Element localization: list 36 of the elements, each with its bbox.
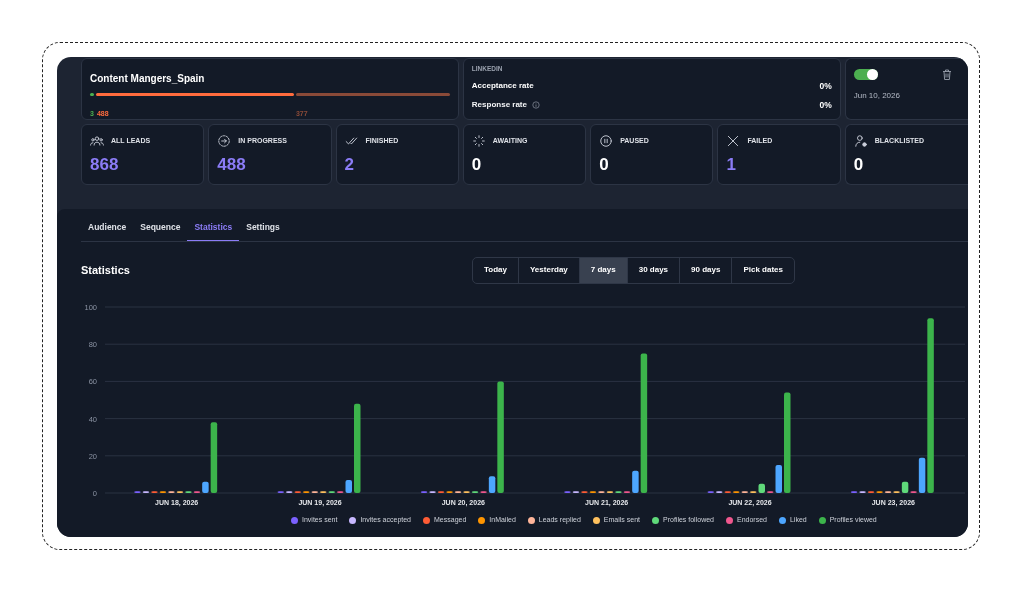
rate-label: Response rate: [471, 98, 528, 111]
stat-value: 2: [344, 154, 356, 176]
rate-label: Acceptance rate: [471, 80, 534, 93]
range-button[interactable]: 30 days: [626, 257, 680, 283]
people-icon: [90, 134, 104, 148]
loading-icon: [471, 134, 486, 148]
rate-value: 0%: [819, 79, 832, 93]
stat-value: 0: [599, 154, 610, 176]
stat-value: 1: [726, 154, 737, 176]
tab[interactable]: Statistics: [187, 221, 240, 241]
range-button[interactable]: Pick dates: [731, 257, 794, 283]
range-button[interactable]: Yesterday: [517, 257, 579, 283]
range-button[interactable]: 90 days: [679, 257, 732, 283]
tab[interactable]: Audience: [81, 221, 134, 241]
tab[interactable]: Sequence: [133, 221, 188, 241]
section-title: Statistics: [81, 263, 131, 278]
date-text: Jun 10, 2026: [853, 90, 901, 102]
rate-value: 0%: [819, 98, 832, 112]
trash-icon[interactable]: [942, 69, 952, 80]
chart-bar: [277, 490, 284, 493]
close-icon: [726, 134, 741, 148]
range-button[interactable]: Today: [473, 257, 518, 283]
stat-value: 488: [217, 154, 247, 176]
arrow-circle-icon: [217, 134, 232, 148]
campaign-name: Content Mangers_Spain: [90, 72, 206, 86]
tab[interactable]: Settings: [239, 221, 287, 241]
info-icon: [532, 100, 540, 109]
stat-value: 0: [853, 154, 865, 176]
stat-value: 868: [90, 154, 120, 176]
user-blocked-icon: [853, 134, 868, 148]
toggle-switch[interactable]: [853, 69, 878, 80]
stat-value: 0: [471, 154, 483, 176]
pause-icon: [599, 134, 614, 148]
range-button[interactable]: 7 days: [578, 257, 627, 283]
double-check-icon: [344, 134, 359, 148]
chart-bar: [707, 490, 714, 493]
